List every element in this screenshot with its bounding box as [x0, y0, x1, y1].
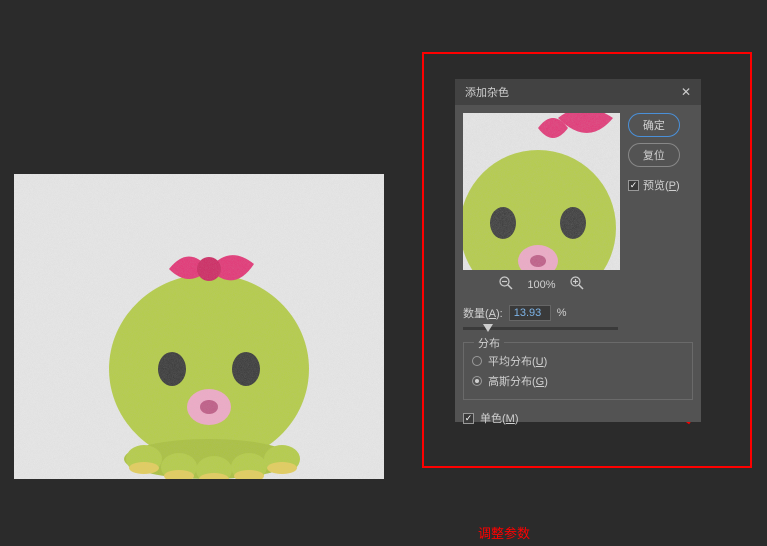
add-noise-dialog: 添加杂色 ✕ 确定 复位: [455, 79, 701, 422]
slider-thumb[interactable]: [483, 324, 493, 332]
gaussian-radio-row[interactable]: 高斯分布(G): [472, 371, 684, 391]
uniform-label: 平均分布(U): [488, 353, 547, 369]
gaussian-label: 高斯分布(G): [488, 373, 548, 389]
distribution-group-label: 分布: [474, 335, 504, 351]
uniform-radio[interactable]: [472, 356, 482, 366]
preview-thumbnail[interactable]: [463, 113, 620, 270]
gaussian-radio[interactable]: [472, 376, 482, 386]
ok-button[interactable]: 确定: [628, 113, 680, 137]
preview-checkbox[interactable]: ✓: [628, 180, 639, 191]
uniform-radio-row[interactable]: 平均分布(U): [472, 351, 684, 371]
dialog-title-text: 添加杂色: [465, 84, 509, 100]
amount-slider[interactable]: [463, 327, 618, 330]
reset-button[interactable]: 复位: [628, 143, 680, 167]
distribution-group: 分布 平均分布(U) 高斯分布(G): [463, 342, 693, 400]
annotation-caption: 调整参数: [478, 523, 530, 542]
main-canvas-image: [14, 174, 384, 479]
zoom-in-icon[interactable]: [570, 276, 584, 293]
amount-label: 数量(A):: [463, 305, 503, 321]
zoom-out-icon[interactable]: [499, 276, 513, 293]
dialog-titlebar: 添加杂色 ✕: [455, 79, 701, 105]
preview-label: 预览(P): [643, 177, 680, 193]
close-icon[interactable]: ✕: [681, 85, 691, 99]
zoom-level: 100%: [527, 279, 555, 291]
amount-input[interactable]: [509, 305, 551, 321]
amount-unit: %: [557, 307, 567, 319]
monochrome-checkbox[interactable]: ✓: [463, 413, 474, 424]
monochrome-label: 单色(M): [480, 410, 519, 426]
